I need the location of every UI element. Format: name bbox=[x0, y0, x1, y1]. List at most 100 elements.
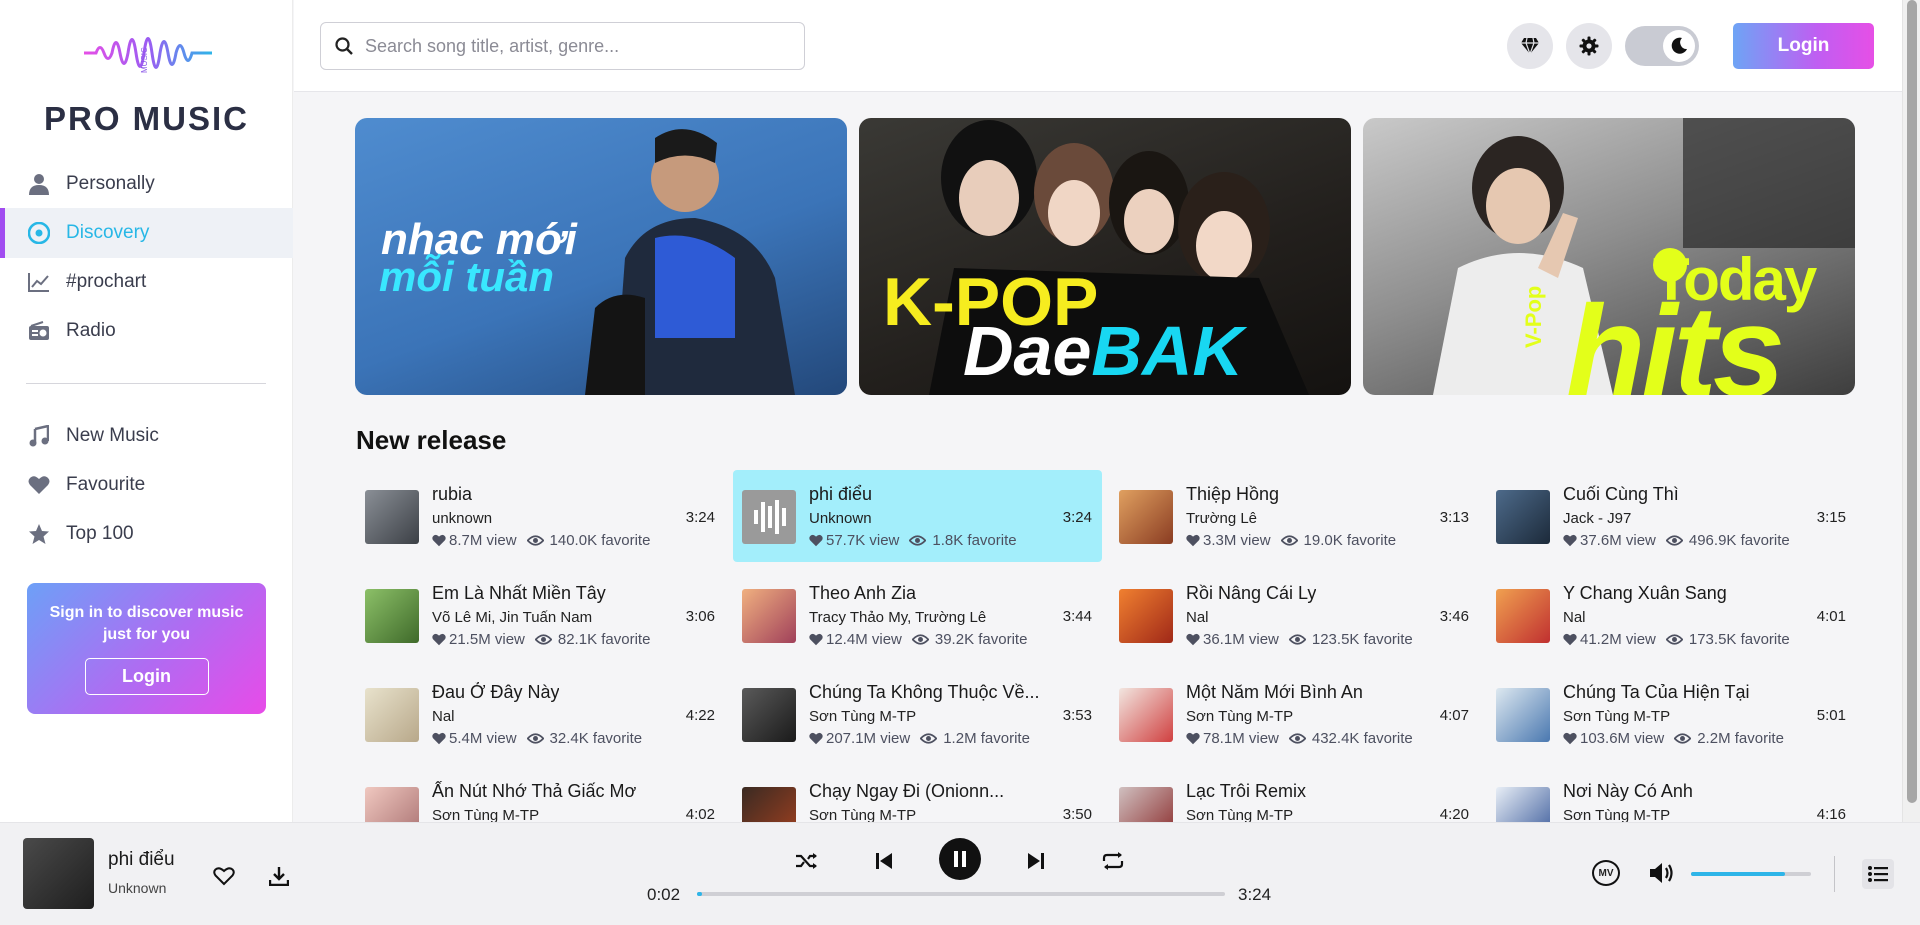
promo-login-button[interactable]: Login bbox=[84, 658, 209, 695]
song-item[interactable]: Đau Ở Đây Này Nal 5.4M view 32.4K favorite 4… bbox=[356, 668, 725, 760]
song-item[interactable]: Y Chang Xuân Sang Nal 41.2M view 173.5K fav… bbox=[1487, 569, 1856, 661]
song-title[interactable]: Theo Anh Zia bbox=[809, 583, 916, 604]
song-item[interactable]: Chúng Ta Của Hiện Tại Sơn Tùng M-TP 103.6M… bbox=[1487, 668, 1856, 760]
song-title[interactable]: Chúng Ta Không Thuộc Về... bbox=[809, 682, 1040, 703]
song-thumbnail[interactable] bbox=[365, 490, 419, 544]
search-box[interactable] bbox=[320, 22, 805, 70]
nav-item-personally[interactable]: Personally bbox=[0, 159, 293, 209]
song-thumbnail[interactable] bbox=[1119, 589, 1173, 643]
song-item[interactable]: Rồi Nâng Cái Ly Nal 36.1M view 123.5K favor… bbox=[1110, 569, 1479, 661]
song-thumbnail[interactable] bbox=[365, 688, 419, 742]
song-thumbnail[interactable] bbox=[365, 589, 419, 643]
song-title[interactable]: Em Là Nhất Miền Tây bbox=[432, 583, 606, 604]
song-artist[interactable]: Sơn Tùng M-TP bbox=[1186, 708, 1293, 725]
song-artist[interactable]: Sơn Tùng M-TP bbox=[1563, 708, 1670, 725]
logo-wave-icon[interactable]: MUSIC bbox=[82, 24, 214, 82]
song-artist[interactable]: Tracy Thảo My, Trường Lê bbox=[809, 609, 986, 626]
nav-item-top-100[interactable]: Top 100 bbox=[0, 509, 293, 559]
progress-bar[interactable] bbox=[697, 892, 1225, 896]
song-artist[interactable]: Sơn Tùng M-TP bbox=[1186, 807, 1293, 822]
login-button[interactable]: Login bbox=[1733, 23, 1874, 69]
next-button[interactable] bbox=[1025, 849, 1047, 873]
nav-item-discovery[interactable]: Discovery bbox=[0, 208, 293, 258]
song-thumbnail[interactable] bbox=[742, 490, 796, 544]
volume-button[interactable] bbox=[1648, 860, 1676, 886]
theme-toggle[interactable] bbox=[1625, 26, 1699, 66]
premium-button[interactable] bbox=[1507, 23, 1553, 69]
download-button[interactable] bbox=[267, 864, 291, 888]
now-playing-title[interactable]: phi điểu bbox=[108, 849, 175, 871]
song-title[interactable]: Chạy Ngay Đi (Onionn... bbox=[809, 781, 1004, 802]
settings-button[interactable] bbox=[1566, 23, 1612, 69]
song-item[interactable]: rubia unknown 8.7M view 140.0K favorite 3:24 bbox=[356, 470, 725, 562]
song-artist[interactable]: Sơn Tùng M-TP bbox=[432, 807, 539, 822]
song-item[interactable]: Chạy Ngay Đi (Onionn... Sơn Tùng M-TP 3:50 bbox=[733, 767, 1102, 822]
now-playing-thumbnail[interactable] bbox=[23, 838, 94, 909]
song-artist[interactable]: Võ Lê Mi, Jin Tuấn Nam bbox=[432, 609, 592, 626]
song-title[interactable]: Một Năm Mới Bình An bbox=[1186, 682, 1363, 703]
song-item[interactable]: Lạc Trôi Remix Sơn Tùng M-TP 4:20 bbox=[1110, 767, 1479, 822]
song-title[interactable]: phi điểu bbox=[809, 484, 872, 505]
pause-button[interactable] bbox=[939, 838, 981, 880]
song-item[interactable]: phi điểu Unknown 57.7K view 1.8K favorite 3:… bbox=[733, 470, 1102, 562]
favorite-button[interactable] bbox=[212, 864, 236, 888]
song-thumbnail[interactable] bbox=[365, 787, 419, 822]
song-title[interactable]: rubia bbox=[432, 484, 472, 505]
song-title[interactable]: Rồi Nâng Cái Ly bbox=[1186, 583, 1316, 604]
song-title[interactable]: Lạc Trôi Remix bbox=[1186, 781, 1306, 802]
song-title[interactable]: Đau Ở Đây Này bbox=[432, 682, 559, 703]
nav-item-new-music[interactable]: New Music bbox=[0, 411, 293, 461]
song-thumbnail[interactable] bbox=[1119, 490, 1173, 544]
song-item[interactable]: Theo Anh Zia Tracy Thảo My, Trường Lê 12.4… bbox=[733, 569, 1102, 661]
nav-item-radio[interactable]: Radio bbox=[0, 306, 293, 356]
repeat-button[interactable] bbox=[1100, 849, 1126, 873]
song-thumbnail[interactable] bbox=[1496, 589, 1550, 643]
nav-item-prochart[interactable]: #prochart bbox=[0, 257, 293, 307]
song-thumbnail[interactable] bbox=[1496, 787, 1550, 822]
song-thumbnail[interactable] bbox=[1119, 787, 1173, 822]
nav-item-favourite[interactable]: Favourite bbox=[0, 460, 293, 510]
song-artist[interactable]: Trường Lê bbox=[1186, 510, 1257, 527]
song-item[interactable]: Chúng Ta Không Thuộc Về... Sơn Tùng M-TP 2… bbox=[733, 668, 1102, 760]
song-artist[interactable]: Unknown bbox=[809, 510, 872, 527]
song-artist[interactable]: Jack - J97 bbox=[1563, 510, 1631, 527]
scrollbar-thumb[interactable] bbox=[1907, 0, 1917, 803]
song-title[interactable]: Chúng Ta Của Hiện Tại bbox=[1563, 682, 1749, 703]
song-thumbnail[interactable] bbox=[1496, 490, 1550, 544]
song-item[interactable]: Thiệp Hồng Trường Lê 3.3M view 19.0K favori… bbox=[1110, 470, 1479, 562]
song-title[interactable]: Nơi Này Có Anh bbox=[1563, 781, 1693, 802]
volume-slider[interactable] bbox=[1691, 872, 1811, 876]
song-title[interactable]: Ấn Nút Nhớ Thả Giấc Mơ bbox=[432, 781, 636, 802]
song-artist[interactable]: Nal bbox=[1563, 609, 1586, 626]
song-thumbnail[interactable] bbox=[742, 589, 796, 643]
shuffle-button[interactable] bbox=[794, 849, 820, 873]
song-artist[interactable]: Sơn Tùng M-TP bbox=[1563, 807, 1670, 822]
song-artist[interactable]: unknown bbox=[432, 510, 492, 527]
song-item[interactable]: Cuối Cùng Thì Jack - J97 37.6M view 496.9K … bbox=[1487, 470, 1856, 562]
search-input[interactable] bbox=[365, 35, 785, 57]
banner-kpop[interactable]: K-POP DaeBAK bbox=[859, 118, 1351, 395]
song-thumbnail[interactable] bbox=[742, 787, 796, 822]
song-artist[interactable]: Sơn Tùng M-TP bbox=[809, 807, 916, 822]
song-thumbnail[interactable] bbox=[742, 688, 796, 742]
song-thumbnail[interactable] bbox=[1496, 688, 1550, 742]
song-thumbnail[interactable] bbox=[1119, 688, 1173, 742]
song-item[interactable]: Em Là Nhất Miền Tây Võ Lê Mi, Jin Tuấn Na… bbox=[356, 569, 725, 661]
song-artist[interactable]: Nal bbox=[432, 708, 455, 725]
song-item[interactable]: Một Năm Mới Bình An Sơn Tùng M-TP 78.1M vi… bbox=[1110, 668, 1479, 760]
song-title[interactable]: Cuối Cùng Thì bbox=[1563, 484, 1679, 505]
brand-name[interactable]: PRO MUSIC bbox=[0, 100, 293, 138]
mv-button[interactable]: MV bbox=[1592, 860, 1620, 886]
song-artist[interactable]: Nal bbox=[1186, 609, 1209, 626]
scrollbar[interactable] bbox=[1902, 0, 1920, 822]
song-title[interactable]: Y Chang Xuân Sang bbox=[1563, 583, 1727, 604]
previous-button[interactable] bbox=[873, 849, 895, 873]
now-playing-artist[interactable]: Unknown bbox=[108, 880, 166, 896]
banner-today-hits[interactable]: Today hits V-Pop bbox=[1363, 118, 1855, 395]
song-item[interactable]: Nơi Này Có Anh Sơn Tùng M-TP 4:16 bbox=[1487, 767, 1856, 822]
song-artist[interactable]: Sơn Tùng M-TP bbox=[809, 708, 916, 725]
song-title[interactable]: Thiệp Hồng bbox=[1186, 484, 1279, 505]
banner-new-weekly[interactable]: nhac mới mỗi tuần bbox=[355, 118, 847, 395]
song-item[interactable]: Ấn Nút Nhớ Thả Giấc Mơ Sơn Tùng M-TP 4:02 bbox=[356, 767, 725, 822]
queue-button[interactable] bbox=[1862, 859, 1894, 889]
